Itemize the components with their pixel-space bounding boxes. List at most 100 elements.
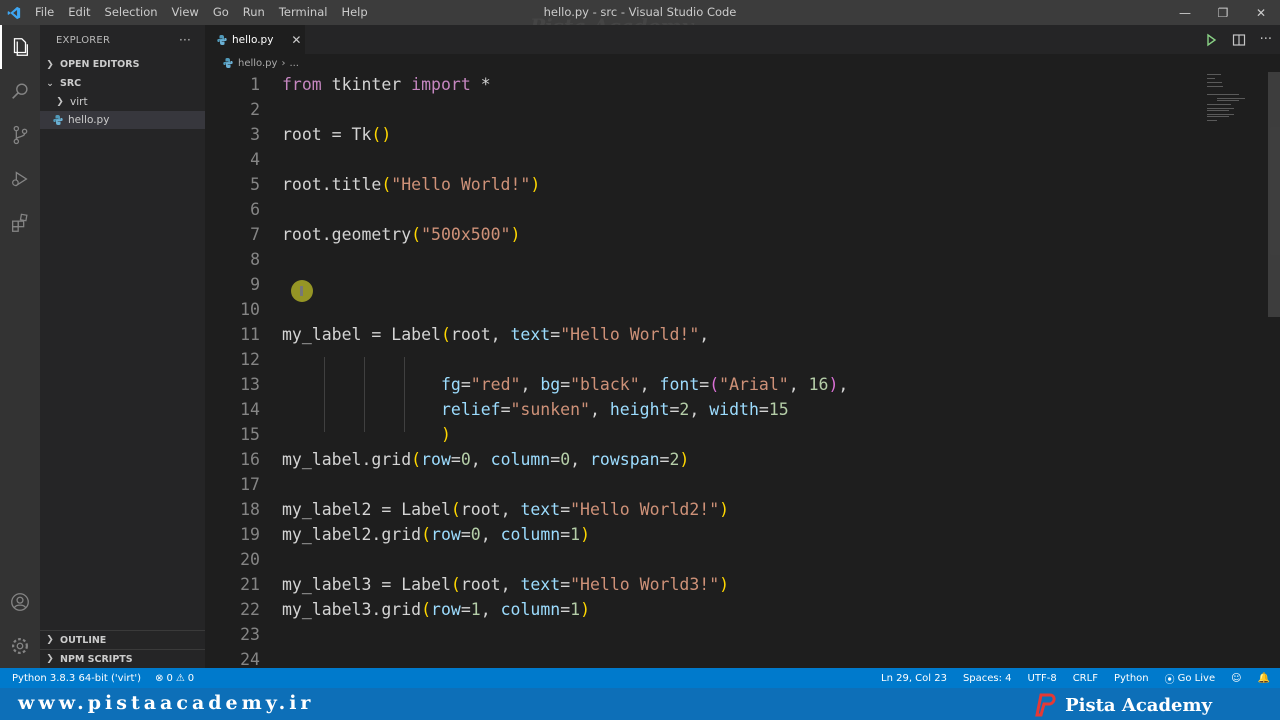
code-line: 4	[250, 150, 260, 169]
more-actions-icon[interactable]: ···	[179, 33, 191, 47]
go-live-button[interactable]: ⦿ Go Live	[1165, 671, 1215, 686]
python-file-icon	[223, 58, 233, 68]
accounts-icon[interactable]	[0, 580, 40, 624]
cursor-position[interactable]: Ln 29, Col 23	[881, 673, 947, 684]
code-line: 10	[240, 300, 260, 319]
tree-item-hello-py[interactable]: hello.py	[40, 111, 205, 129]
error-count: 0	[166, 672, 173, 684]
code-line: 21 my_label3 = Label(root, text="Hello Wo…	[240, 575, 730, 594]
search-icon[interactable]	[0, 69, 40, 113]
warning-icon: ⚠	[175, 672, 185, 684]
restore-icon[interactable]: ❐	[1204, 0, 1242, 25]
outline-section[interactable]: ❯ OUTLINE	[40, 630, 205, 649]
npm-scripts-label: NPM SCRIPTS	[60, 653, 133, 665]
open-editors-section[interactable]: ❯ OPEN EDITORS	[40, 55, 205, 74]
tree-item-label: hello.py	[68, 114, 110, 126]
npm-scripts-section[interactable]: ❯ NPM SCRIPTS	[40, 649, 205, 668]
indentation[interactable]: Spaces: 4	[963, 673, 1012, 684]
footer-url: www.pistaacademy.ir	[18, 692, 315, 714]
scrollbar-thumb[interactable]	[1268, 72, 1280, 317]
more-actions-icon[interactable]: ···	[1260, 32, 1272, 47]
footer-banner: www.pistaacademy.ir Pista Academy	[0, 688, 1280, 720]
footer-brand: Pista Academy	[1035, 693, 1212, 717]
line-ending[interactable]: CRLF	[1073, 673, 1098, 684]
code-editor[interactable]: 1 from tkinter import * 2 3 root = Tk() 4 …	[205, 72, 1268, 668]
breadcrumb-file[interactable]: hello.py	[238, 58, 277, 69]
editor-actions: ···	[1204, 25, 1272, 54]
tab-hello-py[interactable]: hello.py ✕	[205, 25, 305, 54]
code-line: 14 relief="sunken", height=2, width=15	[240, 400, 789, 419]
code-line: 20	[240, 550, 260, 569]
vertical-scrollbar[interactable]	[1268, 72, 1280, 668]
src-folder-section[interactable]: ⌄ SRC	[40, 74, 205, 93]
menu-terminal[interactable]: Terminal	[272, 0, 335, 25]
code-line: 23	[240, 625, 260, 644]
chevron-right-icon: ❯	[46, 59, 54, 70]
close-tab-icon[interactable]: ✕	[291, 33, 301, 47]
explorer-header: EXPLORER ···	[40, 25, 205, 55]
broadcast-icon: ⦿	[1164, 674, 1175, 686]
tree-item-virt[interactable]: ❯ virt	[40, 93, 205, 111]
breadcrumb: hello.py › ...	[205, 54, 1280, 72]
chevron-right-icon: ❯	[46, 635, 54, 645]
menu-selection[interactable]: Selection	[98, 0, 165, 25]
code-line: 16 my_label.grid(row=0, column=0, rowspan…	[240, 450, 690, 469]
code-line: 2	[250, 100, 260, 119]
chevron-down-icon: ⌄	[46, 78, 54, 89]
minimap[interactable]	[1205, 72, 1265, 152]
open-editors-label: OPEN EDITORS	[60, 59, 140, 70]
code-line: 1 from tkinter import *	[250, 75, 491, 94]
extensions-icon[interactable]	[0, 201, 40, 245]
menu-view[interactable]: View	[165, 0, 206, 25]
code-line: 15 )	[240, 425, 451, 444]
pista-logo-icon	[1035, 693, 1056, 717]
code-line: 5 root.title("Hello World!")	[250, 175, 541, 194]
gear-icon[interactable]	[0, 624, 40, 668]
tree-item-label: virt	[70, 96, 88, 108]
activity-bar	[0, 25, 40, 668]
outline-label: OUTLINE	[60, 634, 107, 646]
encoding[interactable]: UTF-8	[1028, 673, 1057, 684]
error-icon: ⊗	[155, 672, 164, 684]
code-line: 11 my_label = Label(root, text="Hello Wor…	[240, 325, 710, 344]
code-line: 12	[240, 350, 260, 369]
code-line: 13 fg="red", bg="black", font=("Arial", …	[240, 375, 849, 394]
menu-help[interactable]: Help	[334, 0, 374, 25]
menu-bar: File Edit Selection View Go Run Terminal…	[28, 0, 375, 25]
brand-name: Pista Academy	[1065, 694, 1212, 716]
explorer-icon[interactable]	[0, 25, 40, 69]
breadcrumb-separator: ›	[281, 57, 286, 69]
menu-go[interactable]: Go	[206, 0, 236, 25]
python-file-icon	[53, 115, 63, 125]
run-file-icon[interactable]	[1204, 33, 1218, 47]
menu-run[interactable]: Run	[236, 0, 272, 25]
title-bar: File Edit Selection View Go Run Terminal…	[0, 0, 1280, 38]
problems-indicator[interactable]: ⊗ 0 ⚠ 0	[155, 673, 194, 684]
src-folder-label: SRC	[60, 78, 82, 89]
language-mode[interactable]: Python	[1114, 673, 1149, 684]
run-debug-icon[interactable]	[0, 157, 40, 201]
breadcrumb-rest[interactable]: ...	[289, 58, 299, 69]
feedback-icon[interactable]: ☺	[1231, 673, 1241, 684]
explorer-sidebar: EXPLORER ··· ❯ OPEN EDITORS ⌄ SRC ❯ virt…	[40, 25, 205, 668]
code-line: 7 root.geometry("500x500")	[250, 225, 521, 244]
split-editor-icon[interactable]	[1232, 33, 1246, 47]
menu-file[interactable]: File	[28, 0, 61, 25]
python-interpreter[interactable]: Python 3.8.3 64-bit ('virt')	[12, 673, 141, 684]
code-line: 19 my_label2.grid(row=0, column=1)	[240, 525, 590, 544]
python-file-icon	[217, 34, 227, 45]
code-line: 17	[240, 475, 260, 494]
notifications-icon[interactable]: 🔔	[1258, 673, 1270, 684]
code-line: 6	[250, 200, 260, 219]
go-live-label: Go Live	[1177, 672, 1216, 684]
code-line: 18 my_label2 = Label(root, text="Hello Wo…	[240, 500, 730, 519]
tab-bar: hello.py ✕ ···	[205, 25, 1280, 54]
chevron-right-icon: ❯	[46, 654, 54, 664]
code-line: 24	[240, 650, 260, 668]
code-line: 22 my_label3.grid(row=1, column=1)	[240, 600, 590, 619]
source-control-icon[interactable]	[0, 113, 40, 157]
minimize-icon[interactable]: —	[1166, 0, 1204, 25]
status-bar: Python 3.8.3 64-bit ('virt') ⊗ 0 ⚠ 0 Ln …	[0, 668, 1280, 688]
menu-edit[interactable]: Edit	[61, 0, 97, 25]
close-window-icon[interactable]: ✕	[1242, 0, 1280, 25]
